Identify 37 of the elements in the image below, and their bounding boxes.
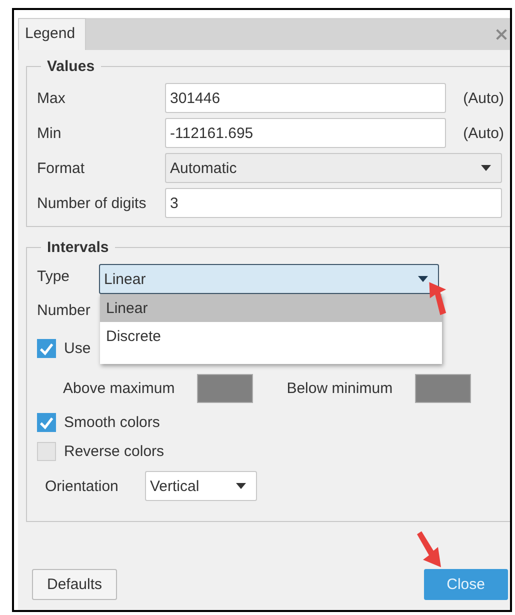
input-field[interactable]: -112161.695 xyxy=(165,118,446,148)
dropdown-caret-icon xyxy=(236,483,246,489)
auto-label: (Auto) xyxy=(462,124,504,142)
field-label: Number of digits xyxy=(37,194,148,212)
annotation-arrow xyxy=(414,530,444,570)
checkbox-label: Smooth colors xyxy=(64,414,160,431)
checkbox[interactable] xyxy=(37,413,56,432)
annotation-arrow xyxy=(427,280,449,318)
dropdown-caret-icon xyxy=(418,276,428,282)
input-field[interactable]: 3 xyxy=(165,188,502,218)
field-label: Above maximum xyxy=(63,380,175,397)
checkbox[interactable] xyxy=(37,339,56,358)
field-label: Number xyxy=(37,301,92,319)
dropdown-option[interactable]: Linear xyxy=(100,294,442,322)
field-label: Max xyxy=(37,90,66,106)
field-label: Format xyxy=(37,160,86,176)
field-label: Min xyxy=(37,124,62,142)
checkbox-label: Use xyxy=(64,340,91,357)
group-title: Values xyxy=(46,58,96,75)
checkbox[interactable] xyxy=(37,442,56,461)
type-dropdown[interactable]: Linear xyxy=(99,264,439,294)
auto-label: (Auto) xyxy=(462,90,504,106)
color-swatch[interactable] xyxy=(196,374,253,403)
orientation-dropdown[interactable]: Vertical xyxy=(145,471,257,501)
close-icon[interactable] xyxy=(495,28,508,40)
field-label: Type xyxy=(37,266,71,284)
field-label: Orientation xyxy=(45,478,120,494)
checkbox-label: Reverse colors xyxy=(64,443,164,460)
defaults-button[interactable]: Defaults xyxy=(32,569,118,600)
color-swatch[interactable] xyxy=(414,374,471,403)
dropdown-caret-icon xyxy=(481,165,491,171)
format-dropdown[interactable]: Automatic xyxy=(165,153,502,183)
input-field[interactable]: 301446 xyxy=(165,83,446,113)
legend-tab[interactable]: Legend xyxy=(18,18,86,50)
field-label: Below minimum xyxy=(286,380,393,397)
dropdown-option[interactable]: Discrete xyxy=(100,322,442,350)
group-title: Intervals xyxy=(46,239,110,256)
